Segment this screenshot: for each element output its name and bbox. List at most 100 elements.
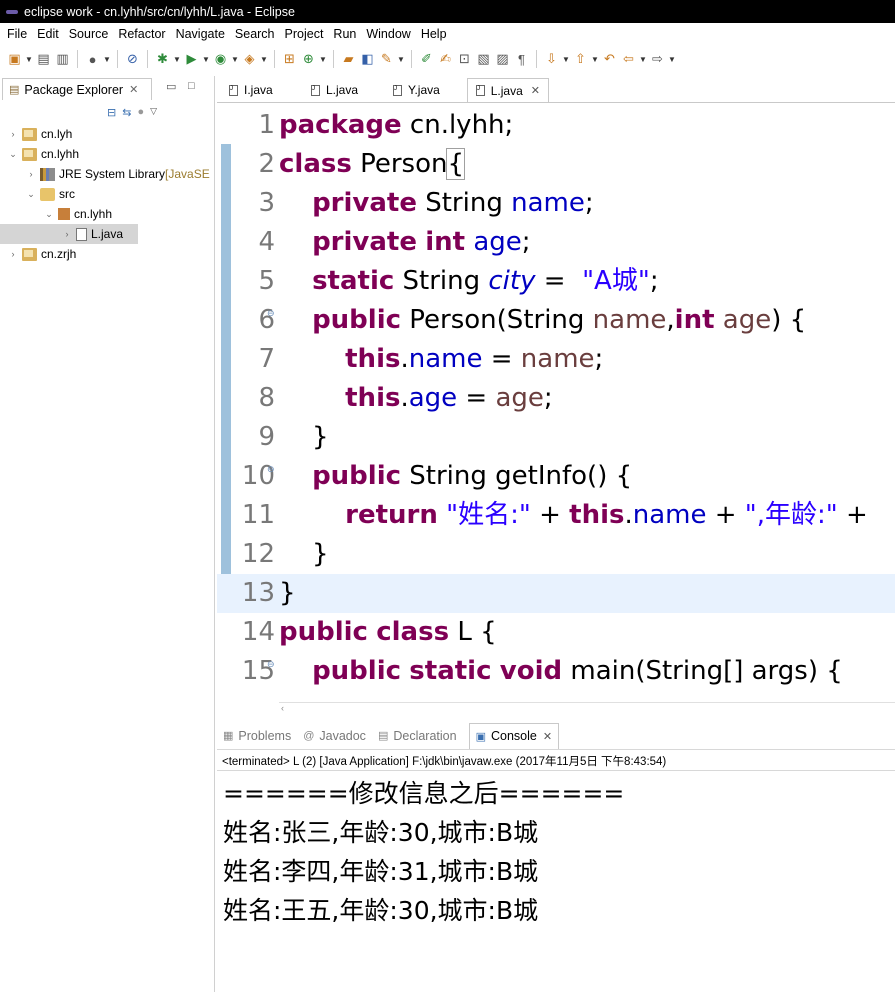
fold-icon[interactable]: ⊖ <box>267 295 275 334</box>
java-editor: J I.java J L.java J Y.java J L.java ✕ 1 package c… <box>217 76 895 716</box>
show-whitespace-icon[interactable]: ▧ <box>475 51 492 68</box>
expand-icon[interactable]: › <box>62 229 72 239</box>
collapse-arrow-icon[interactable]: ⌄ <box>8 149 18 160</box>
editor-tab[interactable]: J Y.java <box>385 78 459 102</box>
new-java-class-icon[interactable]: ⊕ <box>300 51 317 68</box>
link-with-editor-icon[interactable]: ⇆ <box>122 106 131 119</box>
menu-item-search[interactable]: Search <box>230 27 280 41</box>
editor-tab[interactable]: J I.java <box>221 78 295 102</box>
new-java-package-icon[interactable]: ⊞ <box>281 51 298 68</box>
console-output[interactable]: ======修改信息之后====== 姓名:张三,年龄:30,城市:B城 姓名:李四… <box>223 774 624 930</box>
tab-javadoc[interactable]: @ Javadoc <box>303 723 366 749</box>
view-menu-icon[interactable]: ▽ <box>150 106 157 119</box>
coverage-dropdown-icon[interactable]: ▼ <box>231 51 239 68</box>
next-annotation-dropdown-icon[interactable]: ▼ <box>562 51 570 68</box>
tree-item[interactable]: › JRE System Library [JavaSE <box>0 164 214 184</box>
menu-item-run[interactable]: Run <box>328 27 361 41</box>
collapse-arrow-icon[interactable]: ⌄ <box>44 209 54 220</box>
previous-annotation-dropdown-icon[interactable]: ▼ <box>591 51 599 68</box>
tree-item[interactable]: ⌄ cn.lyhh <box>0 204 214 224</box>
menu-item-help[interactable]: Help <box>416 27 452 41</box>
new-icon[interactable]: ▣ <box>6 51 23 68</box>
debug-icon[interactable]: ✱ <box>154 51 171 68</box>
last-edit-icon[interactable]: ↶ <box>601 51 618 68</box>
code-line: 10 ⊖ public String getInfo() { <box>217 457 895 496</box>
code-token: + <box>530 500 570 530</box>
editor-tab[interactable]: J L.java <box>303 78 377 102</box>
code-line: 3 private String name; <box>217 184 895 223</box>
tree-item[interactable]: › cn.lyh <box>0 124 214 144</box>
collapse-all-icon[interactable]: ⊟ <box>107 106 116 119</box>
tree-item[interactable]: ⌄ src <box>0 184 214 204</box>
forward-icon[interactable]: ⇨ <box>649 51 666 68</box>
line-number: 8 <box>258 383 275 413</box>
profile-icon[interactable]: ● <box>84 51 101 68</box>
code-token: public <box>312 305 402 335</box>
expand-icon[interactable]: › <box>8 249 18 259</box>
maximize-icon[interactable]: □ <box>188 80 195 92</box>
open-type-icon[interactable]: ▰ <box>340 51 357 68</box>
menu-item-navigate[interactable]: Navigate <box>171 27 230 41</box>
tab-console[interactable]: ▣ Console ✕ <box>468 722 560 749</box>
coverage-icon[interactable]: ◉ <box>212 51 229 68</box>
close-icon[interactable]: ✕ <box>129 83 138 96</box>
word-wrap-icon[interactable]: ▨ <box>494 51 511 68</box>
minimize-icon[interactable]: ▭ <box>166 80 176 93</box>
toggle-block-selection-icon[interactable]: ⊡ <box>456 51 473 68</box>
menu-item-refactor[interactable]: Refactor <box>113 27 170 41</box>
previous-annotation-icon[interactable]: ⇧ <box>572 51 589 68</box>
pilcrow-icon[interactable]: ¶ <box>513 51 530 68</box>
save-all-icon[interactable]: ▥ <box>54 51 71 68</box>
code-token: name <box>632 500 707 530</box>
menu-item-source[interactable]: Source <box>64 27 114 41</box>
line-number: 13 <box>241 578 275 608</box>
package-explorer-tab[interactable]: ▤ Package Explorer ✕ <box>2 78 152 100</box>
debug-dropdown-icon[interactable]: ▼ <box>173 51 181 68</box>
code-token: + <box>706 500 745 530</box>
close-icon[interactable]: ✕ <box>531 84 540 97</box>
tree-item[interactable]: › L.java <box>0 224 138 244</box>
tree-item-label: cn.lyh <box>41 127 73 141</box>
tab-declaration[interactable]: ▤ Declaration <box>378 723 457 749</box>
tree-item[interactable]: ⌄ cn.lyhh <box>0 144 214 164</box>
new-class-dropdown-icon[interactable]: ▼ <box>319 51 327 68</box>
back-dropdown-icon[interactable]: ▼ <box>639 51 647 68</box>
tree-item[interactable]: › cn.zrjh <box>0 244 214 264</box>
external-tools-icon[interactable]: ◈ <box>241 51 258 68</box>
code-area[interactable]: 1 package cn.lyhh; 2 class Person{3 private… <box>217 106 895 703</box>
save-icon[interactable]: ▤ <box>35 51 52 68</box>
run-dropdown-icon[interactable]: ▼ <box>202 51 210 68</box>
horizontal-scrollbar[interactable]: ‹ <box>279 702 895 716</box>
code-token: = <box>535 266 583 296</box>
console-line: 姓名:王五,年龄:30,城市:B城 <box>223 896 539 925</box>
menu-item-window[interactable]: Window <box>361 27 415 41</box>
package-explorer-pane: ▤ Package Explorer ✕ ▭ □ ⊟ ⇆ ● ▽ › cn.lyh… <box>0 76 215 992</box>
new-dropdown-icon[interactable]: ▼ <box>25 51 33 68</box>
toggle-highlight-icon[interactable]: ✍ <box>437 51 454 68</box>
close-icon[interactable]: ✕ <box>543 730 552 743</box>
expand-icon[interactable]: › <box>8 129 18 139</box>
profile-dropdown-icon[interactable]: ▼ <box>103 51 111 68</box>
menu-bar: File Edit Source Refactor Navigate Search Proj… <box>0 23 895 44</box>
back-icon[interactable]: ⇦ <box>620 51 637 68</box>
expand-icon[interactable]: › <box>26 169 36 179</box>
menu-item-edit[interactable]: Edit <box>32 27 64 41</box>
collapse-arrow-icon[interactable]: ⌄ <box>26 189 36 200</box>
menu-item-project[interactable]: Project <box>280 27 329 41</box>
open-task-icon[interactable]: ◧ <box>359 51 376 68</box>
external-tools-dropdown-icon[interactable]: ▼ <box>260 51 268 68</box>
toggle-mark-occurrences-icon[interactable]: ✐ <box>418 51 435 68</box>
next-annotation-icon[interactable]: ⇩ <box>543 51 560 68</box>
fold-icon[interactable]: ⊖ <box>267 451 275 490</box>
skip-breakpoints-icon[interactable]: ⊘ <box>124 51 141 68</box>
search-icon[interactable]: ✎ <box>378 51 395 68</box>
forward-dropdown-icon[interactable]: ▼ <box>668 51 676 68</box>
menu-item-file[interactable]: File <box>2 27 32 41</box>
run-icon[interactable]: ▶ <box>183 51 200 68</box>
code-line: 15 ⊖ public static void main(String[] arg… <box>217 652 895 691</box>
tab-problems[interactable]: ▦ Problems <box>223 723 291 749</box>
search-dropdown-icon[interactable]: ▼ <box>397 51 405 68</box>
fold-icon[interactable]: ⊖ <box>267 646 275 685</box>
editor-tab[interactable]: J L.java ✕ <box>467 78 549 102</box>
focus-icon[interactable]: ● <box>137 106 144 119</box>
